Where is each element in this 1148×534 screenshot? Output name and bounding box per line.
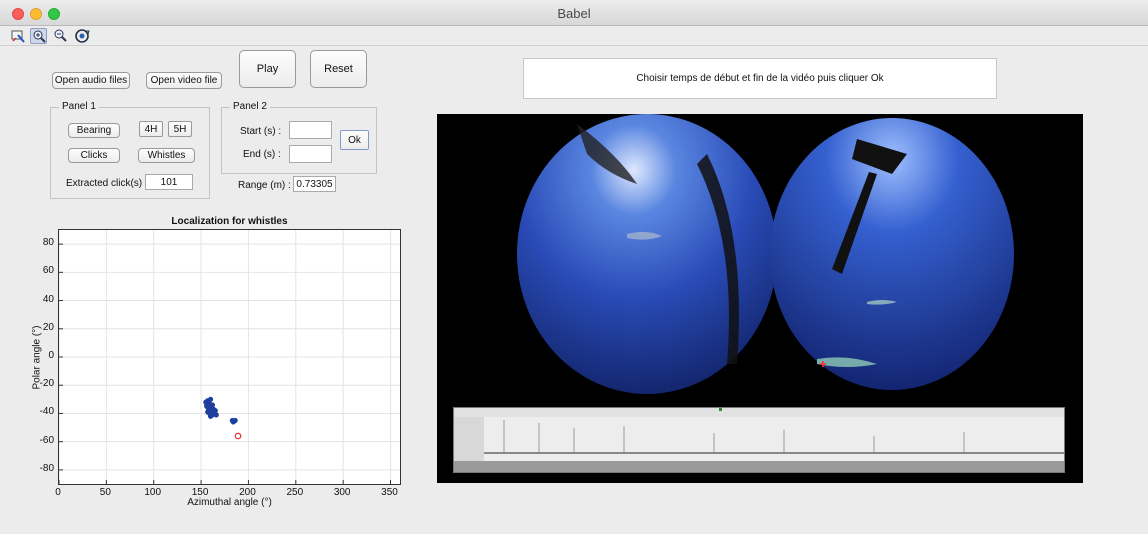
play-button[interactable]: Play: [239, 50, 296, 88]
range-label: Range (m) :: [238, 180, 291, 191]
4h-button[interactable]: 4H: [139, 121, 163, 137]
clicks-button[interactable]: Clicks: [68, 148, 120, 163]
y-tick-label: -80: [39, 462, 54, 474]
extracted-clicks-value: 101: [145, 174, 193, 190]
end-label: End (s) :: [243, 149, 281, 160]
chart-title: Localization for whistles: [171, 216, 288, 227]
start-label: Start (s) :: [240, 126, 282, 137]
end-input[interactable]: [289, 145, 332, 163]
data-point: [204, 403, 210, 409]
y-tick-label: 60: [42, 265, 54, 277]
left-fisheye-view: [517, 114, 777, 394]
title-bar: Babel: [0, 0, 1148, 26]
range-value: 0.73305: [293, 176, 336, 192]
panel-1-title: Panel 1: [59, 101, 99, 112]
data-point: [207, 413, 214, 419]
data-point: [207, 396, 214, 402]
y-tick-label: -40: [39, 406, 54, 418]
open-audio-files-button[interactable]: Open audio files: [52, 72, 130, 89]
y-axis-label: Polar angle (°): [31, 325, 43, 390]
y-tick-label: 40: [42, 293, 54, 305]
5h-button[interactable]: 5H: [168, 121, 192, 137]
data-point-open: [234, 432, 242, 440]
data-point: [232, 417, 238, 424]
status-message: Choisir temps de début et fin de la vidé…: [636, 73, 884, 84]
open-video-file-button[interactable]: Open video file: [146, 72, 222, 89]
y-tick-label: -60: [39, 434, 54, 446]
zoom-out-icon[interactable]: [52, 28, 69, 44]
reset-button[interactable]: Reset: [310, 50, 367, 88]
data-cursor-icon[interactable]: [10, 28, 27, 44]
panel-2-title: Panel 2: [230, 101, 270, 112]
x-axis-label: Azimuthal angle (°): [187, 497, 272, 508]
window-title: Babel: [557, 6, 591, 21]
app-window: Babel Open audio files Open video file P…: [0, 0, 1148, 534]
bearing-button[interactable]: Bearing: [68, 123, 120, 138]
scatter-plot: [58, 230, 400, 484]
rotate-icon[interactable]: [74, 28, 91, 44]
whistles-button[interactable]: Whistles: [138, 148, 195, 163]
y-tick-label: 80: [42, 237, 54, 249]
status-message-box: Choisir temps de début et fin de la vidé…: [523, 58, 997, 99]
start-input[interactable]: [289, 121, 332, 139]
plot-area: [58, 229, 401, 485]
zoom-in-icon[interactable]: [30, 28, 47, 44]
extracted-clicks-label: Extracted click(s) :: [66, 178, 148, 189]
ok-button[interactable]: Ok: [340, 130, 369, 150]
figure-toolbar: [0, 26, 1148, 46]
spectrogram-strip[interactable]: [453, 407, 1065, 473]
spectrogram-image: [454, 408, 1064, 472]
